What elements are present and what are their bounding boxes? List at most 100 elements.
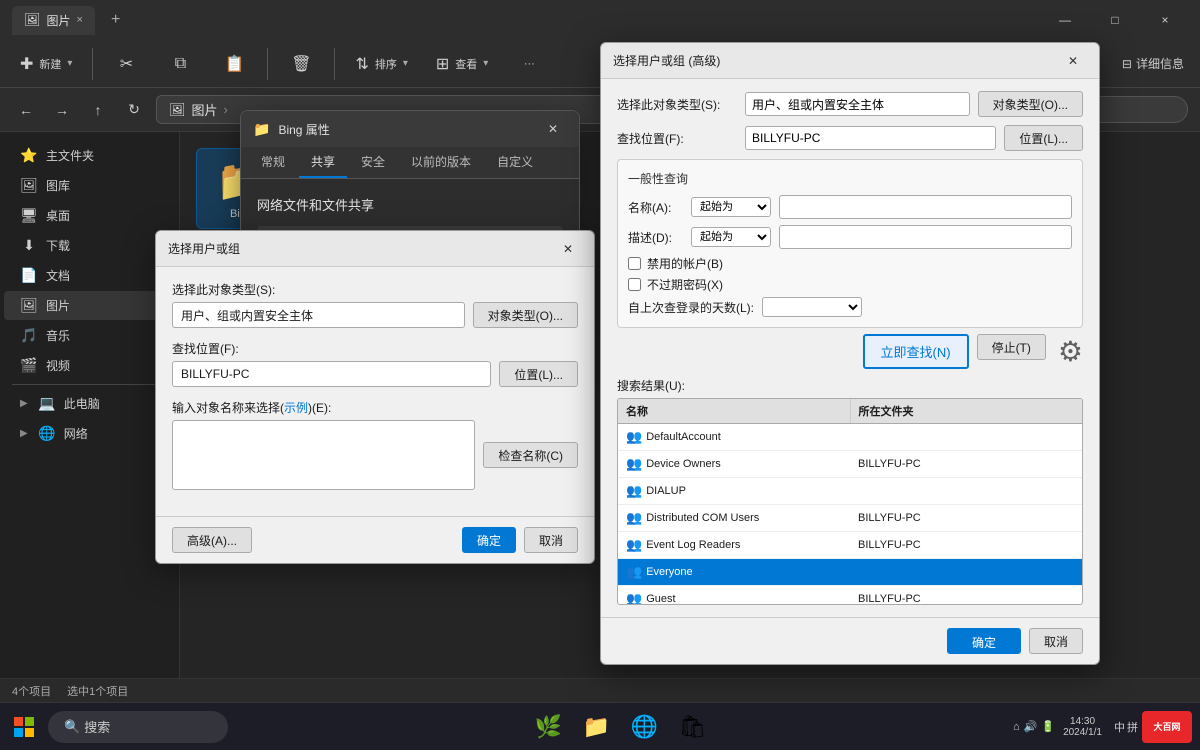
adv-object-type-btn[interactable]: 对象类型(O)... — [978, 91, 1083, 117]
adv-desc-input[interactable] — [779, 225, 1072, 249]
bing-tab-security[interactable]: 安全 — [349, 147, 397, 178]
taskbar-search-placeholder: 搜索 — [84, 717, 110, 736]
sidebar-item-home[interactable]: ⭐ 主文件夹 — [4, 141, 175, 170]
back-btn[interactable]: ← — [12, 96, 40, 124]
adv-noexpiry-checkbox[interactable] — [628, 278, 641, 291]
sidebar-item-pictures[interactable]: 🖼 图片 — [4, 291, 175, 320]
adv-desc-filter-select[interactable]: 起始为 包含 — [691, 227, 771, 247]
explorer-tab[interactable]: 🖼 图片 × — [12, 6, 95, 35]
bing-dialog-titlebar: 📁 Bing 属性 ✕ — [241, 111, 579, 147]
up-btn[interactable]: ↑ — [84, 96, 112, 124]
tray-lang-pin: 拼 — [1127, 719, 1138, 735]
adv-disabled-checkbox[interactable] — [628, 257, 641, 270]
object-type-btn[interactable]: 对象类型(O)... — [473, 302, 578, 328]
adv-stop-btn[interactable]: 停止(T) — [977, 334, 1046, 360]
sidebar-desktop-label: 桌面 — [46, 207, 70, 224]
taskbar-icon-nature[interactable]: 🌿 — [529, 707, 569, 747]
forward-btn[interactable]: → — [48, 96, 76, 124]
sidebar-music-label: 音乐 — [46, 327, 70, 344]
sidebar-item-thispc[interactable]: ▶ 💻 此电脑 — [4, 389, 175, 418]
adv-result-row[interactable]: 👥 Event Log Readers BILLYFU-PC — [618, 532, 1082, 559]
downloads-icon: ⬇ — [20, 237, 38, 254]
refresh-btn[interactable]: ↻ — [120, 96, 148, 124]
view-button[interactable]: ⊞ 查看 ▾ — [424, 48, 500, 80]
sidebar-item-network[interactable]: ▶ 🌐 网络 — [4, 419, 175, 448]
adv-search-btn[interactable]: 立即查找(N) — [863, 334, 969, 369]
adv-days-select[interactable] — [762, 297, 862, 317]
example-link[interactable]: 示例 — [284, 401, 308, 415]
location-row: 查找位置(F): BILLYFU-PC 位置(L)... — [172, 340, 578, 387]
close-btn[interactable]: × — [1142, 4, 1188, 36]
bing-tab-general[interactable]: 常规 — [249, 147, 297, 178]
adv-cancel-btn[interactable]: 取消 — [1029, 628, 1083, 654]
bing-tab-share[interactable]: 共享 — [299, 147, 347, 178]
location-value: BILLYFU-PC — [172, 361, 491, 387]
view-label: 查看 — [455, 56, 477, 72]
sort-dropdown-arrow[interactable]: ▾ — [403, 58, 408, 69]
start-button[interactable] — [8, 711, 40, 743]
location-btn[interactable]: 位置(L)... — [499, 361, 578, 387]
adv-result-row[interactable]: 👥 Device Owners BILLYFU-PC — [618, 451, 1082, 478]
gallery-icon: 🖼 — [20, 177, 38, 194]
taskbar-icon-folder[interactable]: 📁 — [577, 707, 617, 747]
big100-watermark: 大百网 — [1142, 711, 1192, 743]
advanced-dialog-close-btn[interactable]: ✕ — [1059, 47, 1087, 75]
sidebar-videos-label: 视频 — [46, 357, 70, 374]
adv-location-btn[interactable]: 位置(L)... — [1004, 125, 1083, 151]
user-group-icon: 👥 — [626, 429, 642, 445]
adv-name-filter-select[interactable]: 起始为 包含 — [691, 197, 771, 217]
adv-result-row[interactable]: 👥 DefaultAccount — [618, 424, 1082, 451]
adv-result-row[interactable]: 👥 Distributed COM Users BILLYFU-PC — [618, 505, 1082, 532]
select-user-cancel-btn[interactable]: 取消 — [524, 527, 578, 553]
select-user-ok-btn[interactable]: 确定 — [462, 527, 516, 553]
taskbar-icon-store[interactable]: 🛍 — [673, 707, 713, 747]
details-panel-btn[interactable]: ⊟ 详细信息 — [1114, 51, 1192, 76]
new-dropdown-arrow[interactable]: ▾ — [67, 58, 72, 69]
location-input-row: BILLYFU-PC 位置(L)... — [172, 361, 578, 387]
tab-close-btn[interactable]: × — [77, 14, 83, 26]
adv-results-header: 名称 所在文件夹 — [618, 399, 1082, 424]
more-button[interactable]: ··· — [504, 54, 554, 74]
sidebar-item-music[interactable]: 🎵 音乐 — [4, 321, 175, 350]
copy-button[interactable]: ⧉ — [155, 51, 205, 77]
taskbar-icon-edge[interactable]: 🌐 — [625, 707, 665, 747]
sidebar-item-documents[interactable]: 📄 文档 — [4, 261, 175, 290]
adv-name-input[interactable] — [779, 195, 1072, 219]
adv-result-row[interactable]: 👥 Guest BILLYFU-PC — [618, 586, 1082, 604]
new-tab-btn[interactable]: + — [103, 7, 128, 33]
paste-button[interactable]: 📋 — [209, 50, 259, 78]
sidebar-item-downloads[interactable]: ⬇ 下载 — [4, 231, 175, 260]
bing-dialog-icon: 📁 — [253, 121, 270, 138]
new-button[interactable]: ✚ 新建 ▾ — [8, 48, 84, 80]
tray-lang-zh: 中 — [1114, 719, 1125, 735]
user-group-icon: 👥 — [626, 537, 642, 553]
bing-dialog-close[interactable]: ✕ — [539, 115, 567, 143]
delete-button[interactable]: 🗑 — [276, 50, 326, 78]
check-name-btn[interactable]: 检查名称(C) — [483, 442, 578, 468]
advanced-btn[interactable]: 高级(A)... — [172, 527, 252, 553]
adv-result-location: BILLYFU-PC — [850, 456, 1082, 472]
sort-button[interactable]: ⇅ 排序 ▾ — [343, 48, 419, 80]
bing-tab-previous[interactable]: 以前的版本 — [399, 147, 483, 178]
advanced-dialog-titlebar: 选择用户或组 (高级) ✕ — [601, 43, 1099, 79]
adv-result-row[interactable]: 👥 DIALUP — [618, 478, 1082, 505]
user-group-icon: 👥 — [626, 483, 642, 499]
bing-tab-custom[interactable]: 自定义 — [485, 147, 545, 178]
adv-result-row[interactable]: 👥 Everyone — [618, 559, 1082, 586]
cut-button[interactable]: ✂ — [101, 50, 151, 78]
sidebar-item-videos[interactable]: 🎬 视频 — [4, 351, 175, 380]
sidebar-item-gallery[interactable]: 🖼 图库 — [4, 171, 175, 200]
adv-result-location: BILLYFU-PC — [850, 537, 1082, 553]
select-user-close-btn[interactable]: ✕ — [554, 235, 582, 263]
advanced-dialog-title: 选择用户或组 (高级) — [613, 52, 720, 69]
adv-ok-btn[interactable]: 确定 — [947, 628, 1021, 654]
adv-location-label: 查找位置(F): — [617, 130, 737, 147]
taskbar-search-box[interactable]: 🔍 搜索 — [48, 711, 228, 743]
view-dropdown-arrow[interactable]: ▾ — [483, 58, 488, 69]
adv-result-location: BILLYFU-PC — [850, 510, 1082, 526]
sidebar-item-desktop[interactable]: 🖥 桌面 — [4, 201, 175, 230]
maximize-btn[interactable]: □ — [1092, 4, 1138, 36]
object-name-textarea[interactable] — [172, 420, 475, 490]
minimize-btn[interactable]: — — [1042, 4, 1088, 36]
adv-search-decorative: ⚙ — [1058, 334, 1083, 369]
